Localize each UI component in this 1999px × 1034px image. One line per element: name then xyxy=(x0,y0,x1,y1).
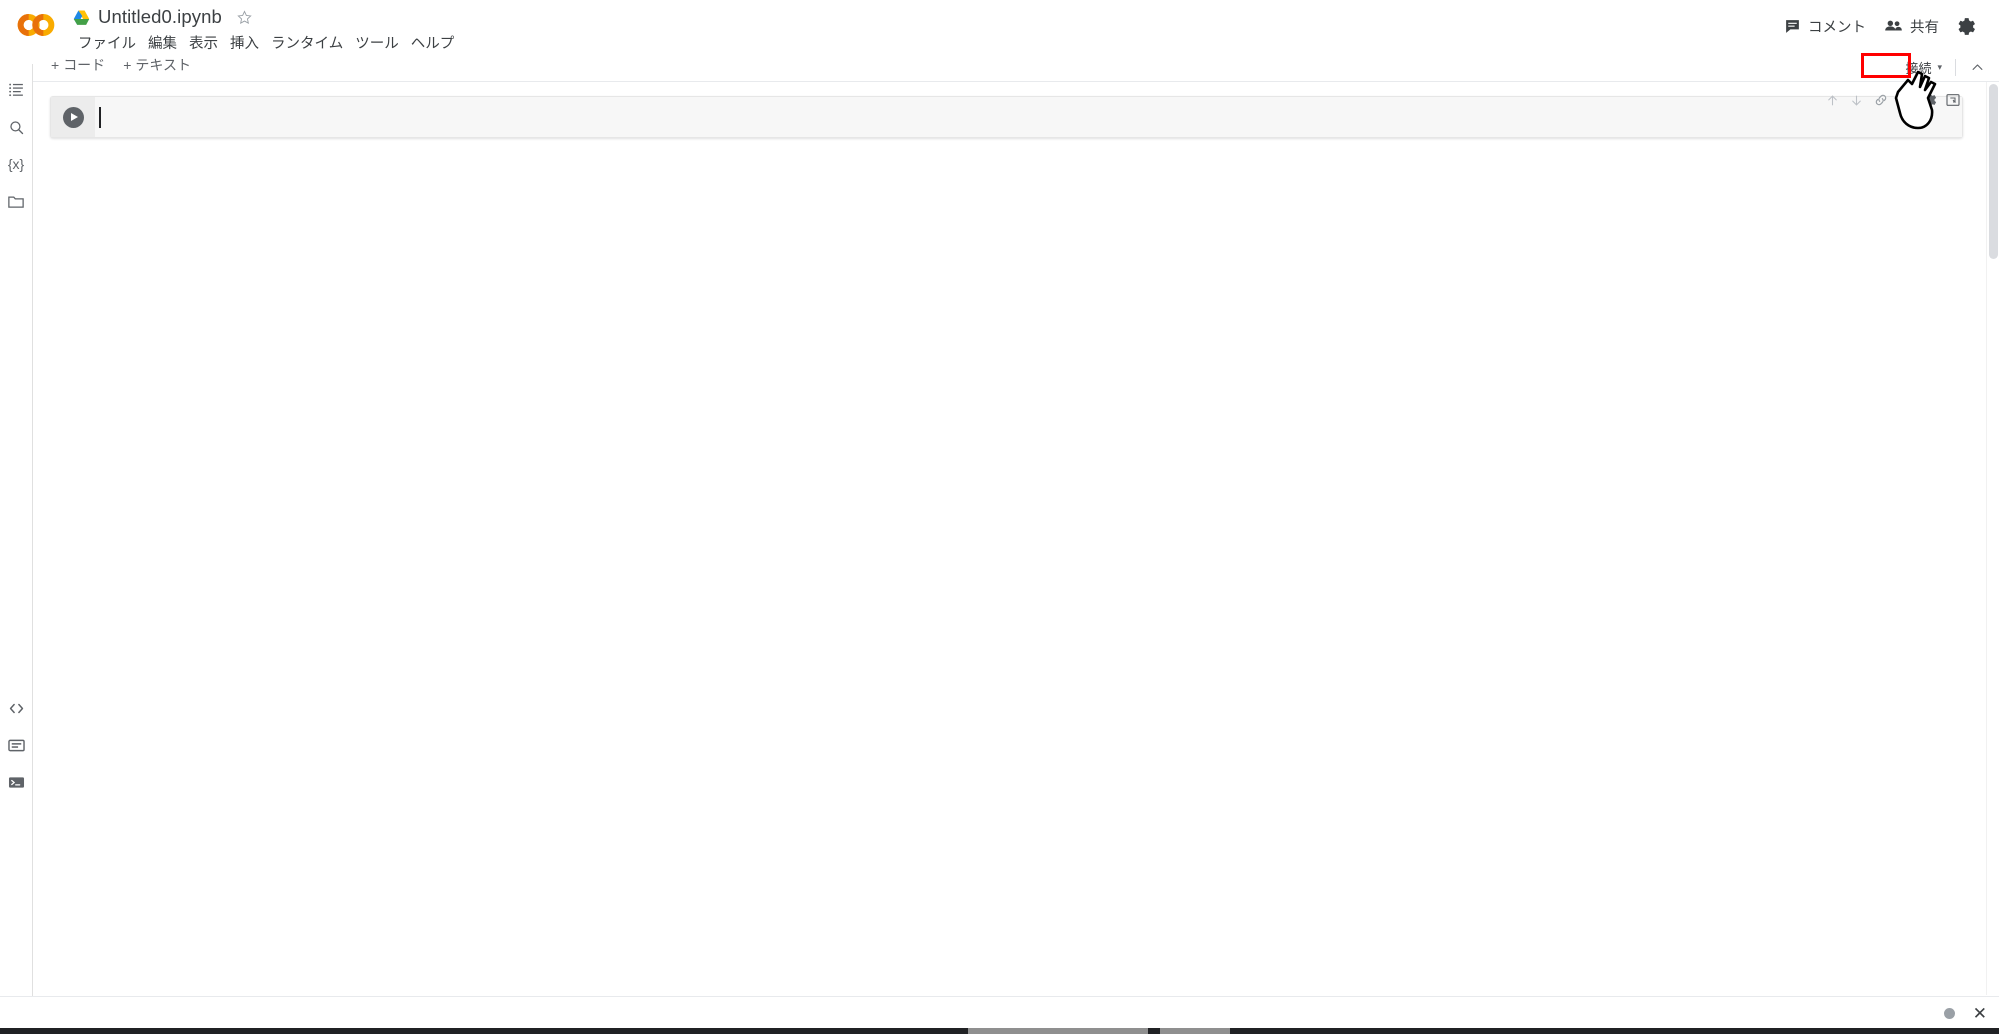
add-text-label: テキスト xyxy=(135,57,191,73)
rail-code-snippets[interactable] xyxy=(0,691,32,725)
table-of-contents-icon xyxy=(8,83,23,96)
chevron-down-icon[interactable]: ▾ xyxy=(1937,62,1942,72)
chevron-up-icon xyxy=(1972,63,1982,70)
menu-view[interactable]: 表示 xyxy=(183,31,224,54)
vertical-scrollbar[interactable] xyxy=(1986,82,1999,995)
rail-terminal[interactable] xyxy=(0,765,32,799)
menu-bar: ファイル 編集 表示 挿入 ランタイム ツール ヘルプ xyxy=(72,31,460,54)
run-play-icon xyxy=(70,113,78,121)
collapse-toolbar-button[interactable] xyxy=(1965,55,1989,79)
mirror-cell-icon xyxy=(1945,94,1960,106)
document-title-row: Untitled0.ipynb xyxy=(72,4,253,30)
gear-icon xyxy=(1958,18,1975,35)
comment-label: コメント xyxy=(1808,20,1866,36)
toolbar-right-group: 接続 ▾ xyxy=(1897,52,1989,82)
star-outline-icon[interactable] xyxy=(236,9,253,26)
taskbar-segment xyxy=(1160,1028,1230,1034)
run-cell-button[interactable] xyxy=(62,106,84,128)
notebook-body xyxy=(33,82,1986,995)
text-caret xyxy=(99,106,101,128)
os-taskbar xyxy=(0,1028,1999,1034)
connect-label: 接続 xyxy=(1905,60,1932,76)
cell-run-gutter xyxy=(51,97,95,137)
menu-help[interactable]: ヘルプ xyxy=(405,31,461,54)
scrollbar-thumb[interactable] xyxy=(1989,84,1998,259)
toolbar-divider xyxy=(1955,58,1956,76)
rail-command-palette[interactable] xyxy=(0,728,32,762)
cell-action-toolbar xyxy=(1821,87,1964,113)
rail-toc[interactable] xyxy=(0,72,32,106)
cell-settings[interactable] xyxy=(1917,89,1940,112)
drive-icon xyxy=(73,10,90,25)
add-code-cell-button[interactable]: + コード xyxy=(45,55,111,75)
connect-button[interactable]: 接続 ▾ xyxy=(1897,55,1946,80)
add-comment-icon xyxy=(1898,94,1911,106)
document-title[interactable]: Untitled0.ipynb xyxy=(98,6,222,28)
folder-icon xyxy=(8,196,24,208)
settings-button[interactable] xyxy=(1948,13,1985,40)
notebook-toolbar: + コード + テキスト 接続 ▾ xyxy=(33,52,1999,82)
link-to-cell-icon xyxy=(1875,94,1886,106)
comment-button[interactable]: コメント xyxy=(1775,12,1875,41)
status-bar-right: ✕ xyxy=(1943,997,1987,1029)
menu-edit[interactable]: 編集 xyxy=(142,31,183,54)
plus-icon: + xyxy=(51,57,60,73)
comment-icon xyxy=(1786,20,1799,33)
code-cell[interactable] xyxy=(50,96,1963,138)
terminal-icon xyxy=(8,776,24,788)
cell-link[interactable] xyxy=(1869,89,1892,112)
add-code-label: コード xyxy=(63,57,106,73)
cell-move-down[interactable] xyxy=(1845,89,1868,112)
cell-code-editor[interactable] xyxy=(95,97,1962,137)
rail-search[interactable] xyxy=(0,110,32,144)
left-sidebar-rail: {x} xyxy=(0,64,33,1034)
header-actions: コメント 共有 xyxy=(1775,12,1985,41)
rail-files[interactable] xyxy=(0,185,32,219)
colab-window: Untitled0.ipynb ファイル 編集 表示 挿入 ランタイム ツール … xyxy=(0,0,1999,1034)
menu-file[interactable]: ファイル xyxy=(72,31,142,54)
rail-variables[interactable]: {x} xyxy=(0,147,32,181)
variables-icon: {x} xyxy=(7,156,25,172)
cell-mirror[interactable] xyxy=(1941,89,1964,112)
cell-move-up[interactable] xyxy=(1821,89,1844,112)
move-cell-down-icon xyxy=(1852,95,1861,105)
move-cell-up-icon xyxy=(1828,95,1837,105)
idle-status-dot xyxy=(1943,1007,1955,1019)
command-palette-icon xyxy=(7,739,25,751)
menu-runtime[interactable]: ランタイム xyxy=(265,31,349,54)
cell-settings-icon xyxy=(1921,92,1936,108)
share-button[interactable]: 共有 xyxy=(1875,12,1948,41)
toolbar-add-buttons: + コード + テキスト xyxy=(45,55,197,75)
add-text-cell-button[interactable]: + テキスト xyxy=(117,55,197,75)
menu-insert[interactable]: 挿入 xyxy=(224,31,265,54)
status-bar: ✕ xyxy=(0,996,1999,1028)
menu-tools[interactable]: ツール xyxy=(349,31,405,54)
plus-icon: + xyxy=(123,57,132,73)
share-label: 共有 xyxy=(1910,20,1939,36)
search-icon xyxy=(9,120,23,134)
colab-logo[interactable] xyxy=(14,10,58,40)
code-snippets-icon xyxy=(9,703,23,713)
people-icon xyxy=(1885,20,1902,31)
close-icon[interactable]: ✕ xyxy=(1973,1005,1987,1022)
cell-comment[interactable] xyxy=(1893,89,1916,112)
taskbar-segment xyxy=(968,1028,1148,1034)
